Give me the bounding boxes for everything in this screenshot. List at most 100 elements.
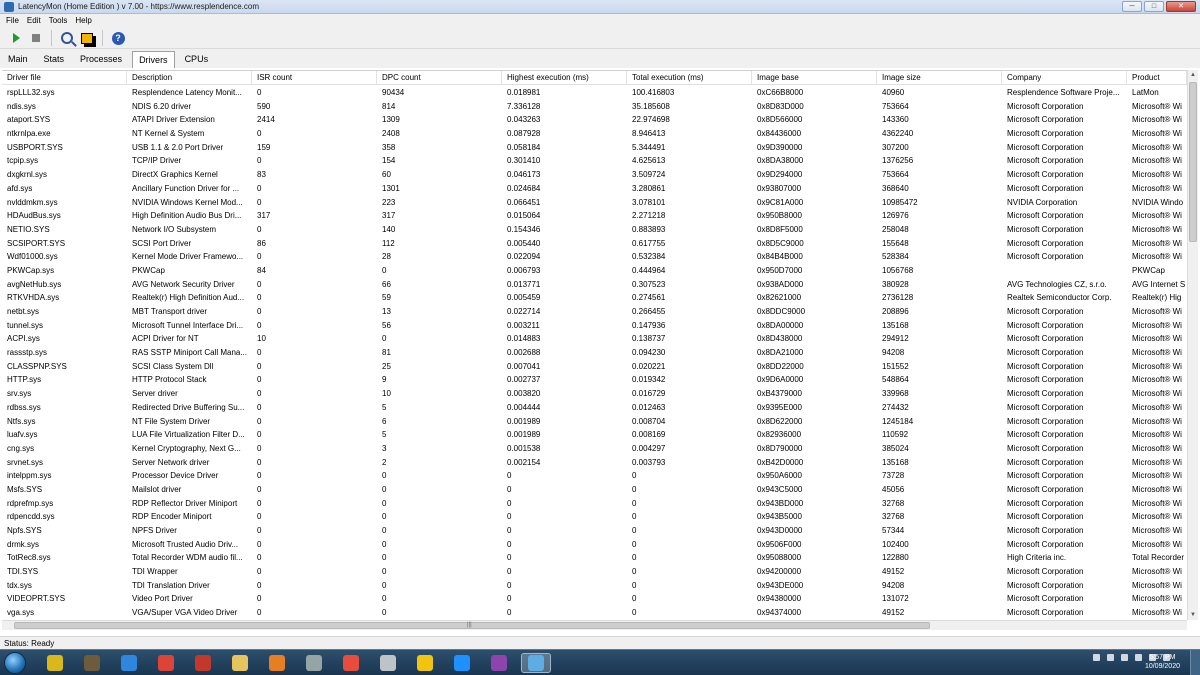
table-row[interactable]: Ntfs.sys NT File System Driver 0 6 0.001989 0… [2, 415, 1187, 429]
taskbar-app-button[interactable] [262, 653, 292, 673]
table-row[interactable]: Npfs.SYS NPFS Driver 0 0 0 0 0x943D0000 57344 Mi… [2, 524, 1187, 538]
table-row[interactable]: TDI.SYS TDI Wrapper 0 0 0 0 0x94200000 49152 Mic… [2, 565, 1187, 579]
table-cell: Msfs.SYS [7, 484, 43, 494]
table-row[interactable]: ACPI.sys ACPI Driver for NT 10 0 0.014883 0.1… [2, 332, 1187, 346]
column-header-dpc-count[interactable]: DPC count [377, 71, 502, 85]
menu-edit[interactable]: Edit [27, 14, 41, 28]
taskbar-app-button[interactable] [373, 653, 403, 673]
network-icon[interactable] [1107, 654, 1114, 661]
taskbar-app-button[interactable] [40, 653, 70, 673]
taskbar-app-button[interactable] [447, 653, 477, 673]
table-row[interactable]: SCSIPORT.SYS SCSI Port Driver 86 112 0.00544… [2, 237, 1187, 251]
table-row[interactable]: tunnel.sys Microsoft Tunnel Interface Dri… [2, 319, 1187, 333]
table-row[interactable]: RTKVHDA.sys Realtek(r) High Definition Au… [2, 291, 1187, 305]
windows-button[interactable] [79, 30, 95, 46]
column-header-product[interactable]: Product [1127, 71, 1187, 85]
taskbar-app-button[interactable] [114, 653, 144, 673]
maximize-button[interactable]: □ [1144, 1, 1164, 12]
table-row[interactable]: dxgkrnl.sys DirectX Graphics Kernel 83 60 0.… [2, 168, 1187, 182]
horizontal-scrollbar[interactable]: ||| [2, 620, 1187, 630]
horizontal-scroll-thumb[interactable] [14, 622, 930, 629]
column-header-isr-count[interactable]: ISR count [252, 71, 377, 85]
table-row[interactable]: HDAudBus.sys High Definition Audio Bus Dr… [2, 209, 1187, 223]
taskbar-app-button[interactable] [336, 653, 366, 673]
table-row[interactable]: TotRec8.sys Total Recorder WDM audio fil.… [2, 551, 1187, 565]
column-header-total-execution[interactable]: Total execution (ms) [627, 71, 752, 85]
table-cell: ntkrnlpa.exe [7, 129, 51, 139]
help-button[interactable]: ? [110, 30, 126, 46]
table-row[interactable]: ntkrnlpa.exe NT Kernel & System 0 2408 0.087… [2, 127, 1187, 141]
tray-arrow-icon[interactable] [1093, 654, 1100, 661]
table-row[interactable]: PKWCap.sys PKWCap 84 0 0.006793 0.444964 0x950… [2, 264, 1187, 278]
table-row[interactable]: rassstp.sys RAS SSTP Miniport Call Mana..… [2, 346, 1187, 360]
vertical-scrollbar[interactable]: ▲ ▼ [1187, 70, 1198, 620]
table-row[interactable]: VIDEOPRT.SYS Video Port Driver 0 0 0 0 0x94380… [2, 592, 1187, 606]
column-header-highest-execution[interactable]: Highest execution (ms) [502, 71, 627, 85]
table-row[interactable]: Wdf01000.sys Kernel Mode Driver Framewo..… [2, 250, 1187, 264]
show-desktop-button[interactable] [1190, 650, 1200, 675]
column-header-description[interactable]: Description [127, 71, 252, 85]
table-row[interactable]: NETIO.SYS Network I/O Subsystem 0 140 0.1543… [2, 223, 1187, 237]
table-row[interactable]: ataport.SYS ATAPI Driver Extension 2414 130… [2, 113, 1187, 127]
taskbar-app-button[interactable] [299, 653, 329, 673]
antivirus-icon[interactable] [1121, 654, 1128, 661]
search-button[interactable] [59, 30, 75, 46]
start-monitoring-button[interactable] [8, 30, 24, 46]
table-row[interactable]: rdbss.sys Redirected Drive Buffering Su..… [2, 401, 1187, 415]
taskbar-app-button[interactable] [484, 653, 514, 673]
table-row[interactable]: srvnet.sys Server Network driver 0 2 0.00215… [2, 456, 1187, 470]
table-row[interactable]: USBPORT.SYS USB 1.1 & 2.0 Port Driver 159 3… [2, 141, 1187, 155]
close-button[interactable]: ✕ [1166, 1, 1196, 12]
table-row[interactable]: luafv.sys LUA File Virtualization Filter … [2, 428, 1187, 442]
taskbar-app-button[interactable] [521, 653, 551, 673]
table-cell: Microsoft Corporation [1007, 471, 1084, 481]
table-cell: 0.022094 [507, 252, 541, 262]
table-row[interactable]: vga.sys VGA/Super VGA Video Driver 0 0 0 0 0x9… [2, 606, 1187, 620]
tab-stats[interactable]: Stats [38, 51, 71, 68]
tab-processes[interactable]: Processes [74, 51, 128, 68]
taskbar-app-button[interactable] [225, 653, 255, 673]
menu-tools[interactable]: Tools [49, 14, 68, 28]
taskbar-app-button[interactable] [410, 653, 440, 673]
table-row[interactable]: rspLLL32.sys Resplendence Latency Monit..… [2, 86, 1187, 100]
table-row[interactable]: Msfs.SYS Mailslot driver 0 0 0 0 0x943C5000 450… [2, 483, 1187, 497]
taskbar-app-button[interactable] [77, 653, 107, 673]
action-center-icon[interactable] [1135, 654, 1142, 661]
table-row[interactable]: CLASSPNP.SYS SCSI Class System Dll 0 25 0.00… [2, 360, 1187, 374]
taskbar-app-button[interactable] [188, 653, 218, 673]
table-row[interactable]: HTTP.sys HTTP Protocol Stack 0 9 0.002737 0.0… [2, 373, 1187, 387]
table-row[interactable]: intelppm.sys Processor Device Driver 0 0 0 0 0… [2, 469, 1187, 483]
start-button[interactable] [4, 652, 26, 674]
system-clock[interactable]: 5:57 PM 10/09/2020 [1145, 653, 1180, 671]
table-row[interactable]: tdx.sys TDI Translation Driver 0 0 0 0 0x943DE… [2, 579, 1187, 593]
tab-main[interactable]: Main [2, 51, 34, 68]
scroll-up-icon[interactable]: ▲ [1188, 70, 1198, 80]
tab-cpus[interactable]: CPUs [179, 51, 215, 68]
table-row[interactable]: tcpip.sys TCP/IP Driver 0 154 0.301410 4.6256… [2, 154, 1187, 168]
table-row[interactable]: cng.sys Kernel Cryptography, Next G... 0 3 0… [2, 442, 1187, 456]
table-row[interactable]: avgNetHub.sys AVG Network Security Driver… [2, 278, 1187, 292]
column-header-image-size[interactable]: Image size [877, 71, 1002, 85]
table-row[interactable]: afd.sys Ancillary Function Driver for ...… [2, 182, 1187, 196]
column-header-driver-file[interactable]: Driver file [2, 71, 127, 85]
table-row[interactable]: rdpencdd.sys RDP Encoder Miniport 0 0 0 0 0x94… [2, 510, 1187, 524]
menu-help[interactable]: Help [75, 14, 91, 28]
stop-monitoring-button[interactable] [28, 30, 44, 46]
table-row[interactable]: drmk.sys Microsoft Trusted Audio Driv... 0… [2, 538, 1187, 552]
table-row[interactable]: ndis.sys NDIS 6.20 driver 590 814 7.336128 35… [2, 100, 1187, 114]
table-cell: Microsoft Corporation [1007, 334, 1084, 344]
table-row[interactable]: srv.sys Server driver 0 10 0.003820 0.016729 0… [2, 387, 1187, 401]
table-row[interactable]: rdprefmp.sys RDP Reflector Driver Minipor… [2, 497, 1187, 511]
table-cell: Microsoft Corporation [1007, 567, 1084, 577]
table-row[interactable]: nvlddmkm.sys NVIDIA Windows Kernel Mod...… [2, 196, 1187, 210]
column-header-company[interactable]: Company [1002, 71, 1127, 85]
column-header-image-base[interactable]: Image base [752, 71, 877, 85]
vertical-scroll-thumb[interactable] [1189, 82, 1197, 242]
minimize-button[interactable]: ─ [1122, 1, 1142, 12]
table-row[interactable]: netbt.sys MBT Transport driver 0 13 0.022714… [2, 305, 1187, 319]
taskbar-app-button[interactable] [151, 653, 181, 673]
scroll-down-icon[interactable]: ▼ [1188, 610, 1198, 620]
menu-file[interactable]: File [6, 14, 19, 28]
tab-drivers[interactable]: Drivers [132, 51, 175, 68]
table-cell: 0 [507, 539, 512, 549]
